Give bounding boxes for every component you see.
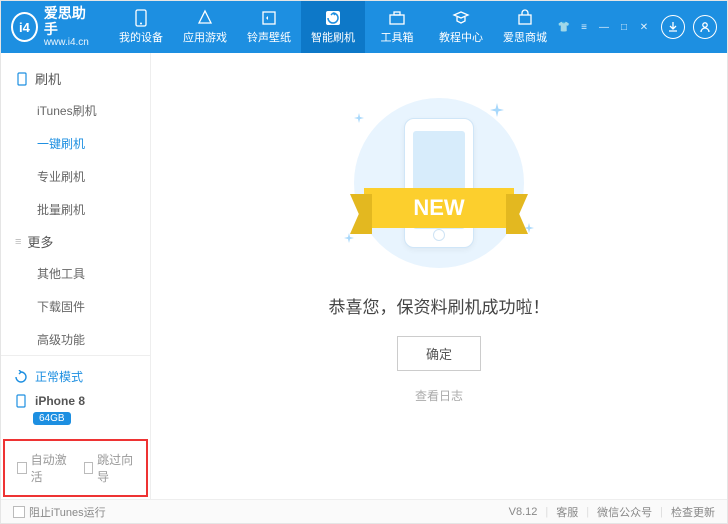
apps-icon bbox=[196, 9, 214, 27]
version-label: V8.12 bbox=[509, 506, 538, 518]
app-logo: i4 爱思助手 www.i4.cn bbox=[11, 6, 93, 48]
checkbox-auto-activate[interactable]: 自动激活 bbox=[17, 451, 68, 485]
main-nav: 我的设备 应用游戏 铃声壁纸 智能刷机 工具箱 教程中心 bbox=[109, 1, 557, 53]
nav-flash[interactable]: 智能刷机 bbox=[301, 1, 365, 53]
logo-icon: i4 bbox=[11, 12, 38, 42]
brand-title: 爱思助手 bbox=[44, 6, 93, 37]
sidebar-item-other-tools[interactable]: 其他工具 bbox=[1, 257, 150, 290]
refresh-icon bbox=[13, 369, 29, 385]
flash-icon bbox=[324, 9, 342, 27]
user-button[interactable] bbox=[693, 15, 717, 39]
device-mode[interactable]: 正常模式 bbox=[13, 364, 138, 389]
nav-label: 铃声壁纸 bbox=[247, 29, 291, 45]
device-phone-icon bbox=[13, 393, 29, 409]
close-icon[interactable]: ✕ bbox=[637, 20, 651, 34]
list-icon: ≡ bbox=[15, 236, 21, 248]
sidebar-item-pro-flash[interactable]: 专业刷机 bbox=[1, 160, 150, 193]
ringtone-icon bbox=[260, 9, 278, 27]
mall-icon bbox=[516, 9, 534, 27]
skin-icon[interactable]: 👕 bbox=[557, 20, 571, 34]
sidebar: 刷机 iTunes刷机 一键刷机 专业刷机 批量刷机 ≡ 更多 其他工具 下载固… bbox=[1, 53, 151, 499]
window-controls: 👕 ≡ — □ ✕ bbox=[557, 20, 651, 34]
sidebar-item-advanced[interactable]: 高级功能 bbox=[1, 323, 150, 355]
view-log-link[interactable]: 查看日志 bbox=[415, 387, 463, 404]
success-illustration: NEW bbox=[324, 93, 554, 273]
sidebar-item-itunes-flash[interactable]: iTunes刷机 bbox=[1, 94, 150, 127]
checkbox-skip-guide[interactable]: 跳过向导 bbox=[84, 451, 135, 485]
sidebar-item-oneclick-flash[interactable]: 一键刷机 bbox=[1, 127, 150, 160]
device-info[interactable]: iPhone 8 64GB bbox=[13, 389, 138, 429]
phone-outline-icon bbox=[15, 72, 29, 86]
nav-apps[interactable]: 应用游戏 bbox=[173, 1, 237, 53]
minimize-icon[interactable]: — bbox=[597, 20, 611, 34]
brand-subtitle: www.i4.cn bbox=[44, 37, 93, 48]
sidebar-item-batch-flash[interactable]: 批量刷机 bbox=[1, 193, 150, 226]
nav-label: 教程中心 bbox=[439, 29, 483, 45]
tutorial-icon bbox=[452, 9, 470, 27]
new-ribbon: NEW bbox=[364, 188, 514, 228]
menu-icon[interactable]: ≡ bbox=[577, 20, 591, 34]
phone-graphic bbox=[404, 118, 474, 248]
nav-ringtone[interactable]: 铃声壁纸 bbox=[237, 1, 301, 53]
nav-mall[interactable]: 爱思商城 bbox=[493, 1, 557, 53]
download-button[interactable] bbox=[661, 15, 685, 39]
nav-label: 应用游戏 bbox=[183, 29, 227, 45]
confirm-button[interactable]: 确定 bbox=[397, 336, 481, 371]
storage-chip: 64GB bbox=[33, 412, 71, 425]
phone-icon bbox=[132, 9, 150, 27]
options-bar: 自动激活 跳过向导 bbox=[3, 439, 148, 497]
update-link[interactable]: 检查更新 bbox=[671, 504, 715, 520]
sidebar-group-more: ≡ 更多 bbox=[1, 226, 150, 257]
success-message: 恭喜您，保资料刷机成功啦！ bbox=[329, 293, 550, 318]
nav-label: 爱思商城 bbox=[503, 29, 547, 45]
sidebar-item-download-fw[interactable]: 下载固件 bbox=[1, 290, 150, 323]
nav-my-device[interactable]: 我的设备 bbox=[109, 1, 173, 53]
toolbox-icon bbox=[388, 9, 406, 27]
wechat-link[interactable]: 微信公众号 bbox=[597, 504, 652, 520]
nav-toolbox[interactable]: 工具箱 bbox=[365, 1, 429, 53]
nav-label: 智能刷机 bbox=[311, 29, 355, 45]
nav-label: 我的设备 bbox=[119, 29, 163, 45]
sidebar-group-flash: 刷机 bbox=[1, 63, 150, 94]
maximize-icon[interactable]: □ bbox=[617, 20, 631, 34]
status-bar: 阻止iTunes运行 V8.12 | 客服 | 微信公众号 | 检查更新 bbox=[1, 499, 727, 523]
main-content: NEW 恭喜您，保资料刷机成功啦！ 确定 查看日志 bbox=[151, 53, 727, 499]
nav-label: 工具箱 bbox=[381, 29, 414, 45]
support-link[interactable]: 客服 bbox=[556, 504, 578, 520]
checkbox-block-itunes[interactable]: 阻止iTunes运行 bbox=[13, 504, 106, 520]
app-header: i4 爱思助手 www.i4.cn 我的设备 应用游戏 铃声壁纸 智能刷机 bbox=[1, 1, 727, 53]
nav-tutorial[interactable]: 教程中心 bbox=[429, 1, 493, 53]
